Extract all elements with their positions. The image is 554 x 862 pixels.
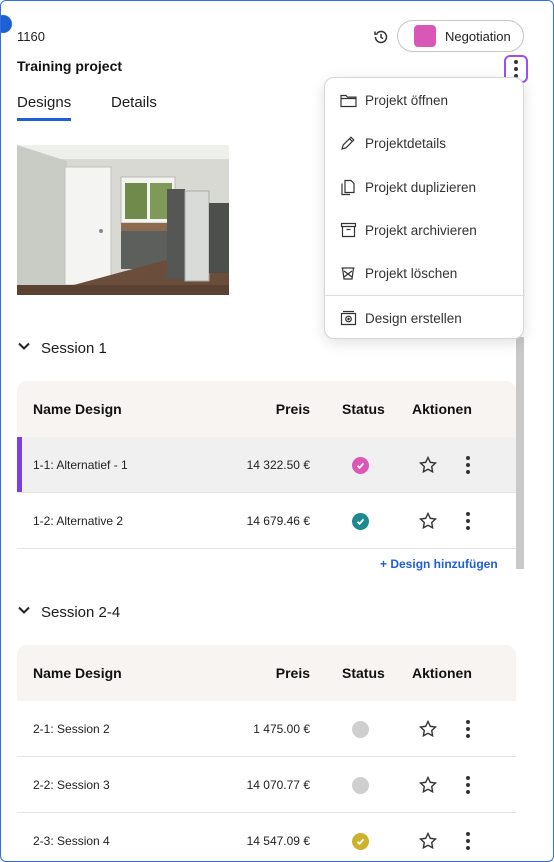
column-header-name: Name Design [33, 401, 122, 417]
row-more-options-icon[interactable] [463, 775, 473, 795]
panel-collapse-handle[interactable] [1, 15, 12, 33]
design-price: 14 070.77 € [246, 778, 310, 792]
menu-item-create-design[interactable]: Design erstellen [325, 298, 525, 338]
row-more-options-icon[interactable] [463, 511, 473, 531]
chevron-down-icon [17, 603, 31, 622]
menu-item-label: Projekt archivieren [365, 222, 477, 238]
menu-item-open-project[interactable]: Projekt öffnen [325, 80, 525, 120]
add-design-link[interactable]: + Design hinzufügen [380, 557, 498, 571]
trash-icon [339, 264, 357, 282]
column-header-status: Status [342, 665, 385, 681]
table-row[interactable]: 2-2: Session 3 14 070.77 € [17, 757, 516, 813]
session-2-designs-table: Name Design Preis Status Aktionen 2-1: S… [17, 645, 516, 861]
menu-item-label: Projekt löschen [365, 265, 458, 281]
status-check-icon [352, 513, 369, 530]
create-design-icon [339, 309, 357, 327]
favorite-star-icon[interactable] [418, 455, 438, 475]
menu-item-label: Design erstellen [365, 310, 462, 326]
project-status-button[interactable]: Negotiation [397, 20, 524, 52]
favorite-star-icon[interactable] [418, 511, 438, 531]
design-price: 14 679.46 € [246, 514, 310, 528]
design-name: 2-2: Session 3 [33, 778, 110, 792]
tab-details[interactable]: Details [111, 94, 157, 111]
design-price: 1 475.00 € [253, 722, 310, 736]
favorite-star-icon[interactable] [418, 775, 438, 795]
project-id: 1160 [17, 29, 45, 44]
menu-item-archive-project[interactable]: Projekt archivieren [325, 210, 525, 250]
vertical-scrollbar[interactable] [516, 337, 524, 569]
design-name: 2-3: Session 4 [33, 834, 110, 848]
design-price: 14 322.50 € [246, 458, 310, 472]
design-price: 14 547.09 € [246, 834, 310, 848]
session-1-designs-table: Name Design Preis Status Aktionen 1-1: A… [17, 381, 516, 549]
project-panel: 1160 Negotiation Training project Design… [0, 0, 554, 862]
project-status-label: Negotiation [445, 28, 511, 44]
status-empty-icon [352, 777, 369, 794]
table-row[interactable]: 2-1: Session 2 1 475.00 € [17, 701, 516, 757]
row-more-options-icon[interactable] [463, 455, 473, 475]
session-2-header[interactable]: Session 2-4 [17, 603, 120, 622]
active-tab-indicator [17, 118, 71, 121]
favorite-star-icon[interactable] [418, 831, 438, 851]
menu-item-project-details[interactable]: Projektdetails [325, 123, 525, 163]
menu-item-label: Projekt öffnen [365, 92, 449, 108]
chevron-down-icon [17, 339, 31, 358]
project-title: Training project [17, 58, 123, 74]
row-more-options-icon[interactable] [463, 831, 473, 851]
favorite-star-icon[interactable] [418, 719, 438, 739]
project-options-menu: Projekt öffnen Projektdetails Projekt du… [324, 77, 525, 339]
archive-icon [339, 221, 357, 239]
design-name: 1-2: Alternative 2 [33, 514, 124, 528]
menu-item-label: Projekt duplizieren [365, 179, 477, 195]
session-title: Session 2-4 [41, 604, 121, 621]
table-header: Name Design Preis Status Aktionen [17, 381, 516, 437]
column-header-price: Preis [275, 665, 310, 681]
table-header: Name Design Preis Status Aktionen [17, 645, 516, 701]
column-header-name: Name Design [33, 665, 122, 681]
pen-icon [339, 134, 357, 152]
menu-item-duplicate-project[interactable]: Projekt duplizieren [325, 167, 525, 207]
status-color-swatch [414, 25, 436, 47]
column-header-actions: Aktionen [412, 401, 472, 417]
menu-divider [325, 295, 525, 296]
column-header-price: Preis [275, 401, 310, 417]
column-header-actions: Aktionen [412, 665, 472, 681]
design-name: 2-1: Session 2 [33, 722, 110, 736]
status-check-icon [352, 833, 369, 850]
session-title: Session 1 [41, 340, 107, 357]
table-row[interactable]: 1-1: Alternatief - 1 14 322.50 € [17, 437, 516, 493]
folder-icon [339, 91, 357, 109]
tab-designs[interactable]: Designs [17, 94, 71, 111]
column-header-status: Status [342, 401, 385, 417]
duplicate-icon [339, 178, 357, 196]
menu-item-label: Projektdetails [365, 135, 447, 151]
design-preview-image[interactable] [17, 145, 229, 295]
design-name: 1-1: Alternatief - 1 [33, 458, 128, 472]
status-empty-icon [352, 721, 369, 738]
history-icon[interactable] [371, 27, 391, 47]
status-check-icon [352, 457, 369, 474]
session-1-header[interactable]: Session 1 [17, 339, 107, 358]
table-row[interactable]: 2-3: Session 4 14 547.09 € [17, 813, 516, 861]
table-row[interactable]: 1-2: Alternative 2 14 679.46 € [17, 493, 516, 549]
row-more-options-icon[interactable] [463, 719, 473, 739]
menu-item-delete-project[interactable]: Projekt löschen [325, 253, 525, 293]
